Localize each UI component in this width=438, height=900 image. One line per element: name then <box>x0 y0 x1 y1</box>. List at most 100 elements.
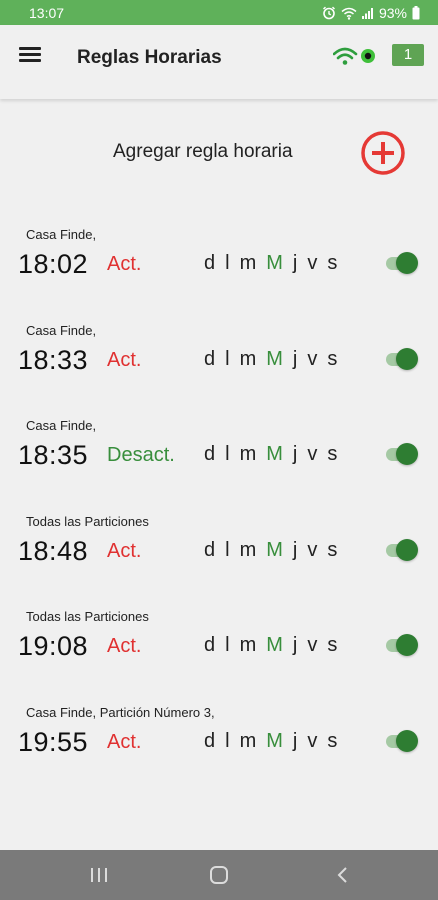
signal-icon <box>361 8 373 19</box>
rule-action: Desact. <box>107 444 175 466</box>
rule-days: dlmMjvs <box>204 539 337 562</box>
rule-item[interactable]: Casa Finde, 18:35 Desact. d l m Mj v s <box>0 418 438 498</box>
day-0: d <box>204 634 216 656</box>
rule-toggle[interactable] <box>384 729 418 753</box>
rule-item[interactable]: Todas las Particiones 19:08 Act. d l m Mj v s <box>0 609 438 689</box>
status-bar: 13:07 93% <box>0 0 438 25</box>
day-2: m <box>239 634 257 656</box>
day-6: s <box>327 252 338 274</box>
rule-zone: Casa Finde, <box>26 227 97 242</box>
day-1: l <box>225 730 230 752</box>
day-3: M <box>266 252 283 274</box>
status-time: 13:07 <box>29 5 65 21</box>
day-4: j <box>292 443 298 465</box>
battery-percent: 93% <box>378 5 407 21</box>
day-4: j <box>292 539 298 561</box>
day-4: j <box>292 730 298 752</box>
alarm-icon <box>322 6 335 20</box>
day-1: l <box>225 539 230 561</box>
day-2: m <box>239 730 257 752</box>
rule-toggle[interactable] <box>384 633 418 657</box>
day-1: l <box>225 252 230 274</box>
day-5: v <box>307 348 318 370</box>
day-2: m <box>239 539 257 561</box>
toggle-thumb <box>396 730 418 752</box>
day-2: m <box>239 252 257 274</box>
day-4: j <box>292 348 298 370</box>
rule-item[interactable]: Casa Finde, 18:33 Act. d l m Mj v s <box>0 323 438 403</box>
rule-days: dlmMjvs <box>204 730 337 753</box>
day-4: j <box>292 634 298 656</box>
rule-item[interactable]: Todas las Particiones 18:48 Act. d l m Mj v s <box>0 514 438 594</box>
rule-action: Act. <box>107 349 142 371</box>
rule-days: dlmMjvs <box>204 634 337 657</box>
toggle-thumb <box>396 634 418 656</box>
rule-zone: Casa Finde, <box>26 418 97 433</box>
day-6: s <box>327 634 338 656</box>
add-rule-row[interactable]: Agregar regla horaria <box>0 130 438 176</box>
page-title: Reglas Horarias <box>77 47 222 68</box>
rule-time: 18:33 <box>18 345 89 375</box>
app-bar: Reglas Horarias 1 <box>0 25 438 99</box>
rule-action: Act. <box>107 253 142 275</box>
toggle-thumb <box>396 348 418 370</box>
rule-toggle[interactable] <box>384 442 418 466</box>
count-badge[interactable]: 1 <box>392 44 424 66</box>
day-6: s <box>327 730 338 752</box>
day-6: s <box>327 443 338 465</box>
home-icon[interactable] <box>208 864 230 886</box>
add-circle-icon[interactable] <box>360 130 406 176</box>
day-0: d <box>204 730 216 752</box>
rule-days: dlmMjvs <box>204 252 337 275</box>
back-icon[interactable] <box>332 864 354 886</box>
day-4: j <box>292 252 298 274</box>
wifi-icon <box>341 7 357 20</box>
rule-action: Act. <box>107 540 142 562</box>
day-0: d <box>204 443 216 465</box>
day-1: l <box>225 634 230 656</box>
rule-days: dlmMjvs <box>204 348 337 371</box>
day-6: s <box>327 348 338 370</box>
rule-time: 18:02 <box>18 249 89 279</box>
rule-time: 18:35 <box>18 440 89 470</box>
rule-action: Act. <box>107 635 142 657</box>
rule-zone: Todas las Particiones <box>26 514 149 529</box>
rule-time: 19:08 <box>18 631 89 661</box>
day-0: d <box>204 348 216 370</box>
status-icons: 93% <box>322 5 420 21</box>
day-1: l <box>225 348 230 370</box>
rule-item[interactable]: Casa Finde, 18:02 Act. d l m Mj v s <box>0 227 438 307</box>
day-2: m <box>239 348 257 370</box>
menu-icon[interactable] <box>19 47 41 63</box>
recent-apps-icon[interactable] <box>88 864 110 886</box>
rule-toggle[interactable] <box>384 251 418 275</box>
wifi-connected-icon[interactable] <box>333 45 377 69</box>
rule-time: 19:55 <box>18 727 89 757</box>
rule-toggle[interactable] <box>384 538 418 562</box>
day-5: v <box>307 252 318 274</box>
rule-time: 18:48 <box>18 536 89 566</box>
toggle-thumb <box>396 252 418 274</box>
day-3: M <box>266 348 283 370</box>
rule-toggle[interactable] <box>384 347 418 371</box>
day-5: v <box>307 634 318 656</box>
day-0: d <box>204 252 216 274</box>
rule-action: Act. <box>107 731 142 753</box>
system-nav-bar <box>0 850 438 900</box>
rule-zone: Casa Finde, <box>26 323 97 338</box>
day-6: s <box>327 539 338 561</box>
toggle-thumb <box>396 539 418 561</box>
battery-icon <box>412 6 420 20</box>
day-3: M <box>266 730 283 752</box>
rule-zone: Todas las Particiones <box>26 609 149 624</box>
rule-item[interactable]: Casa Finde, Partición Número 3, 19:55 Act.… <box>0 705 438 785</box>
day-5: v <box>307 730 318 752</box>
day-3: M <box>266 539 283 561</box>
day-3: M <box>266 443 283 465</box>
day-3: M <box>266 634 283 656</box>
toggle-thumb <box>396 443 418 465</box>
day-2: m <box>239 443 257 465</box>
day-5: v <box>307 443 318 465</box>
rule-zone: Casa Finde, Partición Número 3, <box>26 705 215 720</box>
rule-days: dlmMjvs <box>204 443 337 466</box>
